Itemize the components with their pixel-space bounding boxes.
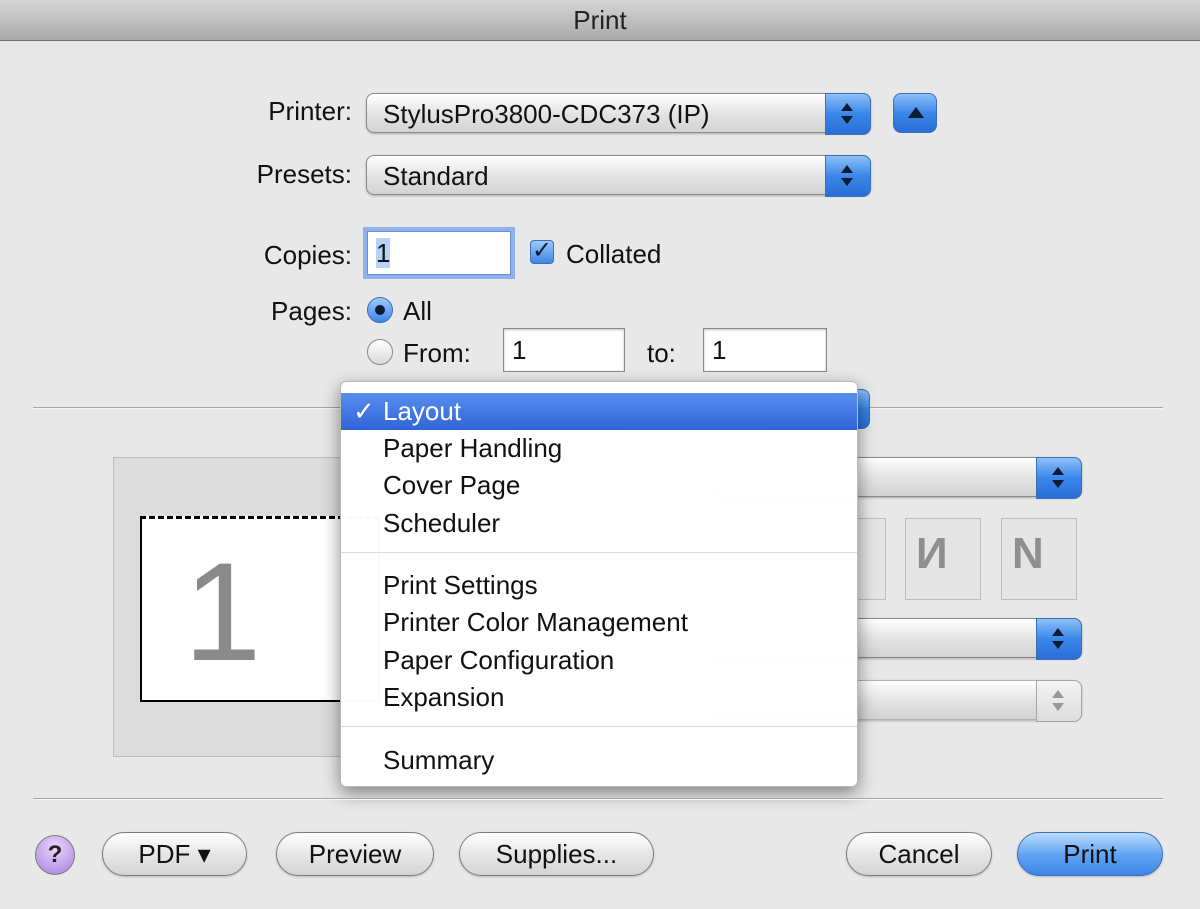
printer-label: Printer: (268, 96, 352, 126)
pages-range-radio[interactable] (367, 339, 393, 365)
menu-separator (341, 552, 857, 553)
collated-label: Collated (566, 239, 662, 269)
presets-popup[interactable]: Standard (366, 155, 871, 197)
presets-stepper-icon (825, 155, 871, 197)
help-button[interactable]: ? (35, 835, 75, 875)
preview-button[interactable]: Preview (276, 832, 434, 876)
copies-label: Copies: (263, 240, 352, 270)
menu-item-summary[interactable]: Summary (341, 742, 857, 779)
pages-label: Pages: (271, 296, 352, 326)
direction-n-reverse-icon: И (916, 529, 948, 578)
copies-field[interactable]: 1 (367, 231, 511, 275)
triangle-up-icon (908, 107, 924, 118)
presets-value: Standard (383, 161, 489, 191)
pages-from-label: From: (403, 338, 471, 368)
printer-stepper-icon (825, 93, 871, 135)
menu-item-cover-page[interactable]: Cover Page (341, 467, 857, 504)
menu-separator (341, 726, 857, 727)
pages-all-label: All (403, 296, 432, 326)
menu-item-scheduler[interactable]: Scheduler (341, 505, 857, 542)
panel-menu: ✓ Layout Paper Handling Cover Page Sched… (340, 381, 858, 787)
checkmark-icon: ✓ (353, 396, 375, 426)
pages-per-sheet-stepper-icon (1036, 457, 1082, 499)
window-title: Print (0, 0, 1200, 41)
pdf-menu-button[interactable]: PDF ▾ (102, 832, 247, 876)
border-stepper-icon (1036, 618, 1082, 660)
copies-value: 1 (376, 238, 391, 268)
disclosure-button[interactable] (893, 93, 937, 133)
layout-direction-n-reverse-button[interactable]: И (905, 518, 981, 600)
menu-item-paper-handling[interactable]: Paper Handling (341, 430, 857, 467)
pages-all-radio[interactable] (367, 297, 393, 323)
presets-label: Presets: (256, 159, 352, 189)
menu-item-layout[interactable]: ✓ Layout (341, 393, 857, 430)
divider-bottom (33, 798, 1163, 800)
pages-from-field[interactable]: 1 (503, 328, 625, 372)
print-button[interactable]: Print (1017, 832, 1163, 876)
pages-to-value: 1 (712, 335, 727, 365)
pages-to-field[interactable]: 1 (703, 328, 827, 372)
menu-item-expansion[interactable]: Expansion (341, 679, 857, 716)
printer-value: StylusPro3800-CDC373 (IP) (383, 99, 710, 129)
menu-item-paper-configuration[interactable]: Paper Configuration (341, 642, 857, 679)
menu-item-printer-color-management[interactable]: Printer Color Management (341, 604, 857, 641)
layout-direction-n-button[interactable]: N (1001, 518, 1077, 600)
cancel-button[interactable]: Cancel (846, 832, 992, 876)
pages-from-value: 1 (512, 335, 527, 365)
menu-item-print-settings[interactable]: Print Settings (341, 567, 857, 604)
direction-n-icon: N (1012, 529, 1044, 578)
two-sided-stepper-icon (1036, 680, 1082, 722)
pages-to-label: to: (647, 338, 676, 368)
collated-checkbox[interactable]: ✓ (530, 239, 554, 264)
printer-popup[interactable]: StylusPro3800-CDC373 (IP) (366, 93, 871, 135)
supplies-button[interactable]: Supplies... (459, 832, 654, 876)
